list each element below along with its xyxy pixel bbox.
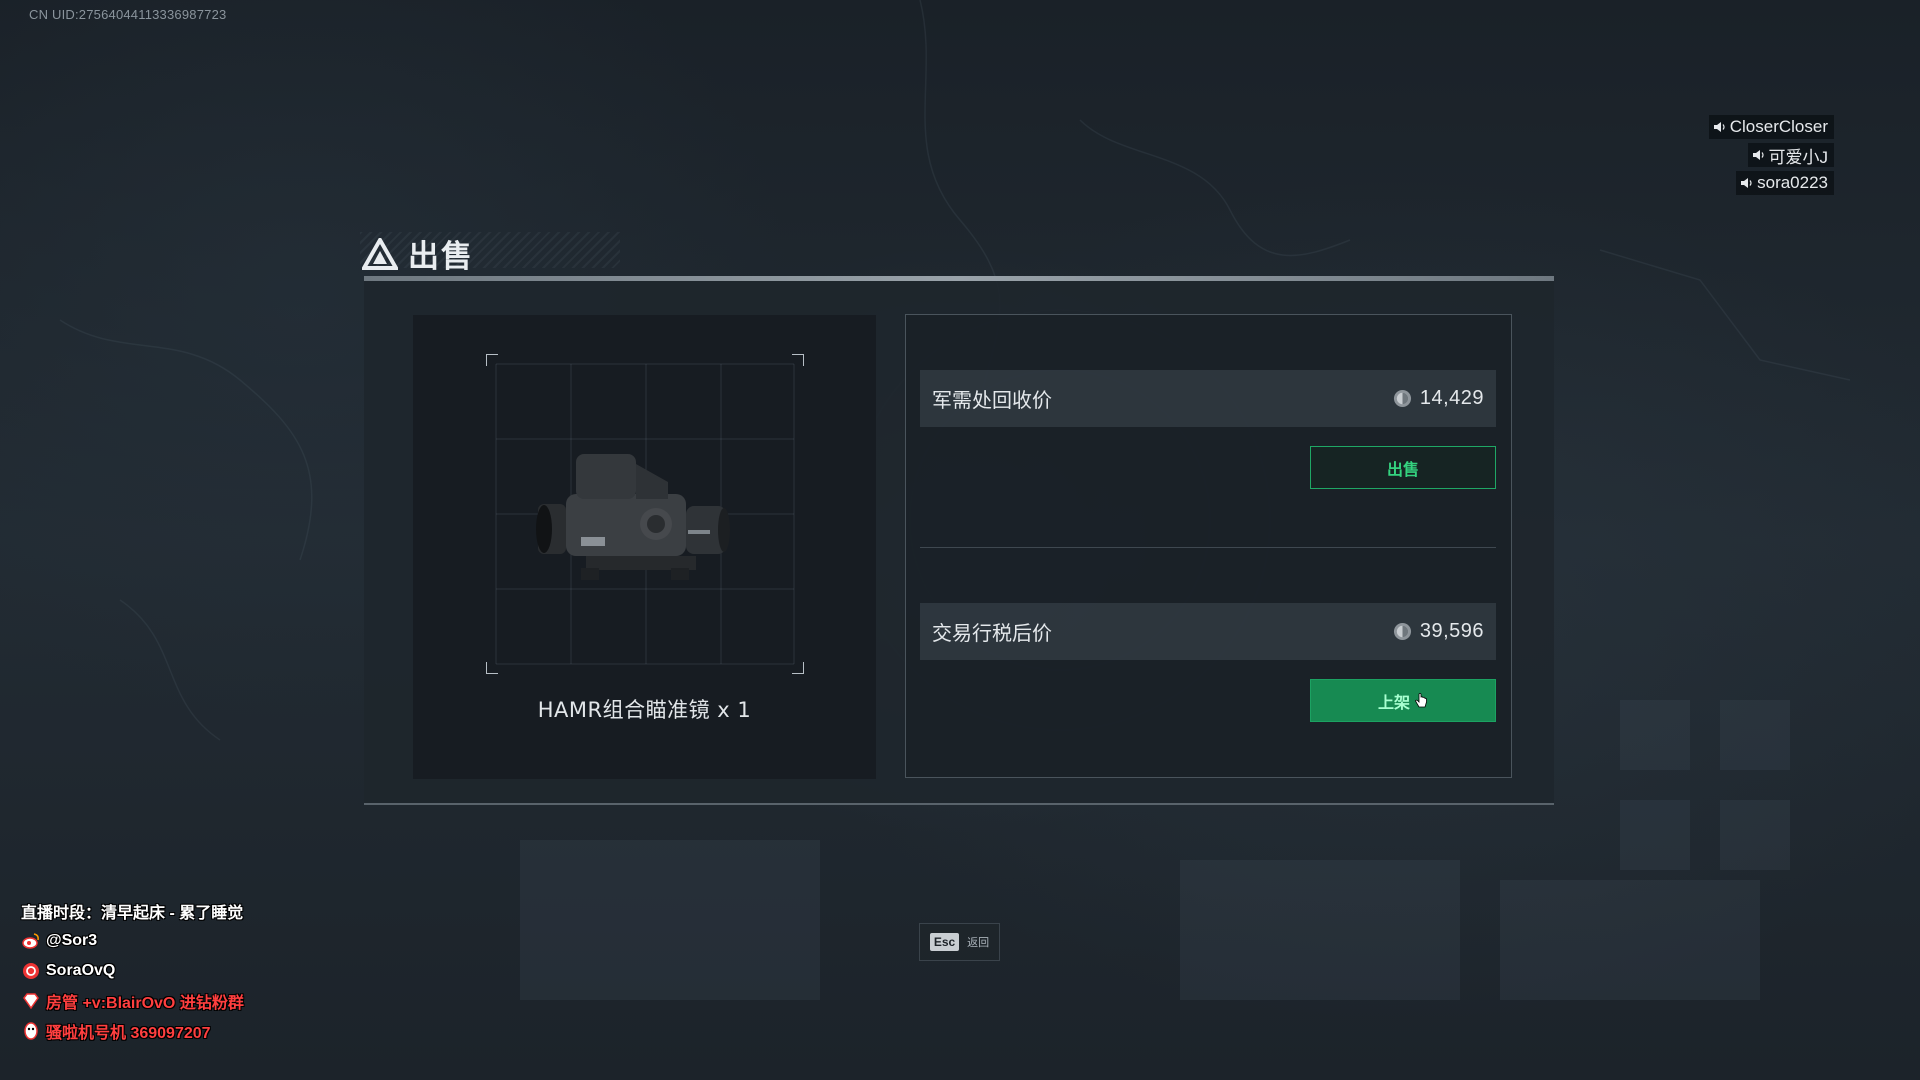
recycle-price: 14,429 [1393, 387, 1484, 410]
item-name: HAMR组合瞄准镜 x 1 [537, 698, 752, 722]
voice-user: CloserCloser [1708, 115, 1834, 139]
speaker-icon [1752, 150, 1764, 160]
stream-schedule: 直播时段：清早起床 - 累了睡觉 [21, 897, 244, 924]
market-price-value: 39,596 [1419, 620, 1484, 642]
fan-group-line: 房管 +v:BlairOvO 进钻粉群 [21, 987, 244, 1014]
weibo-handle: @Sor3 [46, 931, 98, 949]
market-price: 39,596 [1393, 620, 1484, 643]
douyin-icon [23, 962, 39, 979]
diamond-icon [23, 992, 39, 1009]
sell-button[interactable]: 出售 [1310, 446, 1496, 489]
voice-user: sora0223 [1736, 171, 1834, 195]
esc-key: Esc [929, 933, 960, 951]
qq-line: 骚啦机号机 369097207 [21, 1017, 244, 1044]
recycle-price-value: 14,429 [1419, 387, 1484, 409]
weibo-icon [22, 932, 39, 949]
dialog-title: 出售 [408, 239, 474, 275]
dialog-top-border [364, 276, 1554, 281]
speaker-icon [1713, 122, 1725, 132]
voice-user: 可爱小J [1747, 143, 1834, 167]
coin-icon [1393, 622, 1411, 641]
recycle-price-row: 军需处回收价 14,429 [920, 370, 1496, 427]
delta-logo-icon [362, 237, 398, 270]
voice-user-name: CloserCloser [1729, 117, 1828, 136]
douyin-handle: SoraOvQ [46, 961, 116, 979]
douyin-line: SoraOvQ [21, 957, 244, 984]
stream-overlay: 直播时段：清早起床 - 累了睡觉 @Sor3 SoraOvQ 房管 +v:Bla… [21, 897, 244, 1044]
list-on-market-button[interactable]: 上架 [1310, 679, 1496, 722]
esc-back-button[interactable]: Esc 返回 [919, 923, 1000, 961]
qq-penguin-icon [24, 1021, 38, 1040]
market-price-row: 交易行税后价 39,596 [920, 603, 1496, 660]
recycle-price-label: 军需处回收价 [932, 388, 1052, 412]
fan-group-text: 房管 +v:BlairOvO 进钻粉群 [46, 994, 244, 1012]
section-divider [920, 547, 1496, 548]
hand-cursor-icon [1415, 692, 1427, 707]
market-price-label: 交易行税后价 [932, 621, 1052, 645]
stream-schedule-text: 直播时段：清早起床 - 累了睡觉 [21, 904, 244, 922]
qq-text: 骚啦机号机 369097207 [46, 1024, 211, 1042]
scope-icon [536, 454, 730, 580]
speaker-icon [1741, 178, 1752, 188]
voice-user-name: 可爱小J [1768, 147, 1829, 167]
esc-label: 返回 [967, 936, 990, 949]
list-button-label: 上架 [1377, 692, 1410, 712]
coin-icon [1393, 389, 1411, 408]
weibo-line: @Sor3 [21, 927, 244, 954]
dialog-header: 出售 [362, 231, 474, 276]
item-preview [486, 354, 804, 674]
voice-user-name: sora0223 [1757, 173, 1828, 192]
player-uid: CN UID:27564044113336987723 [29, 7, 227, 22]
voice-chat-list: CloserCloser 可爱小J sora0223 [1708, 115, 1834, 195]
